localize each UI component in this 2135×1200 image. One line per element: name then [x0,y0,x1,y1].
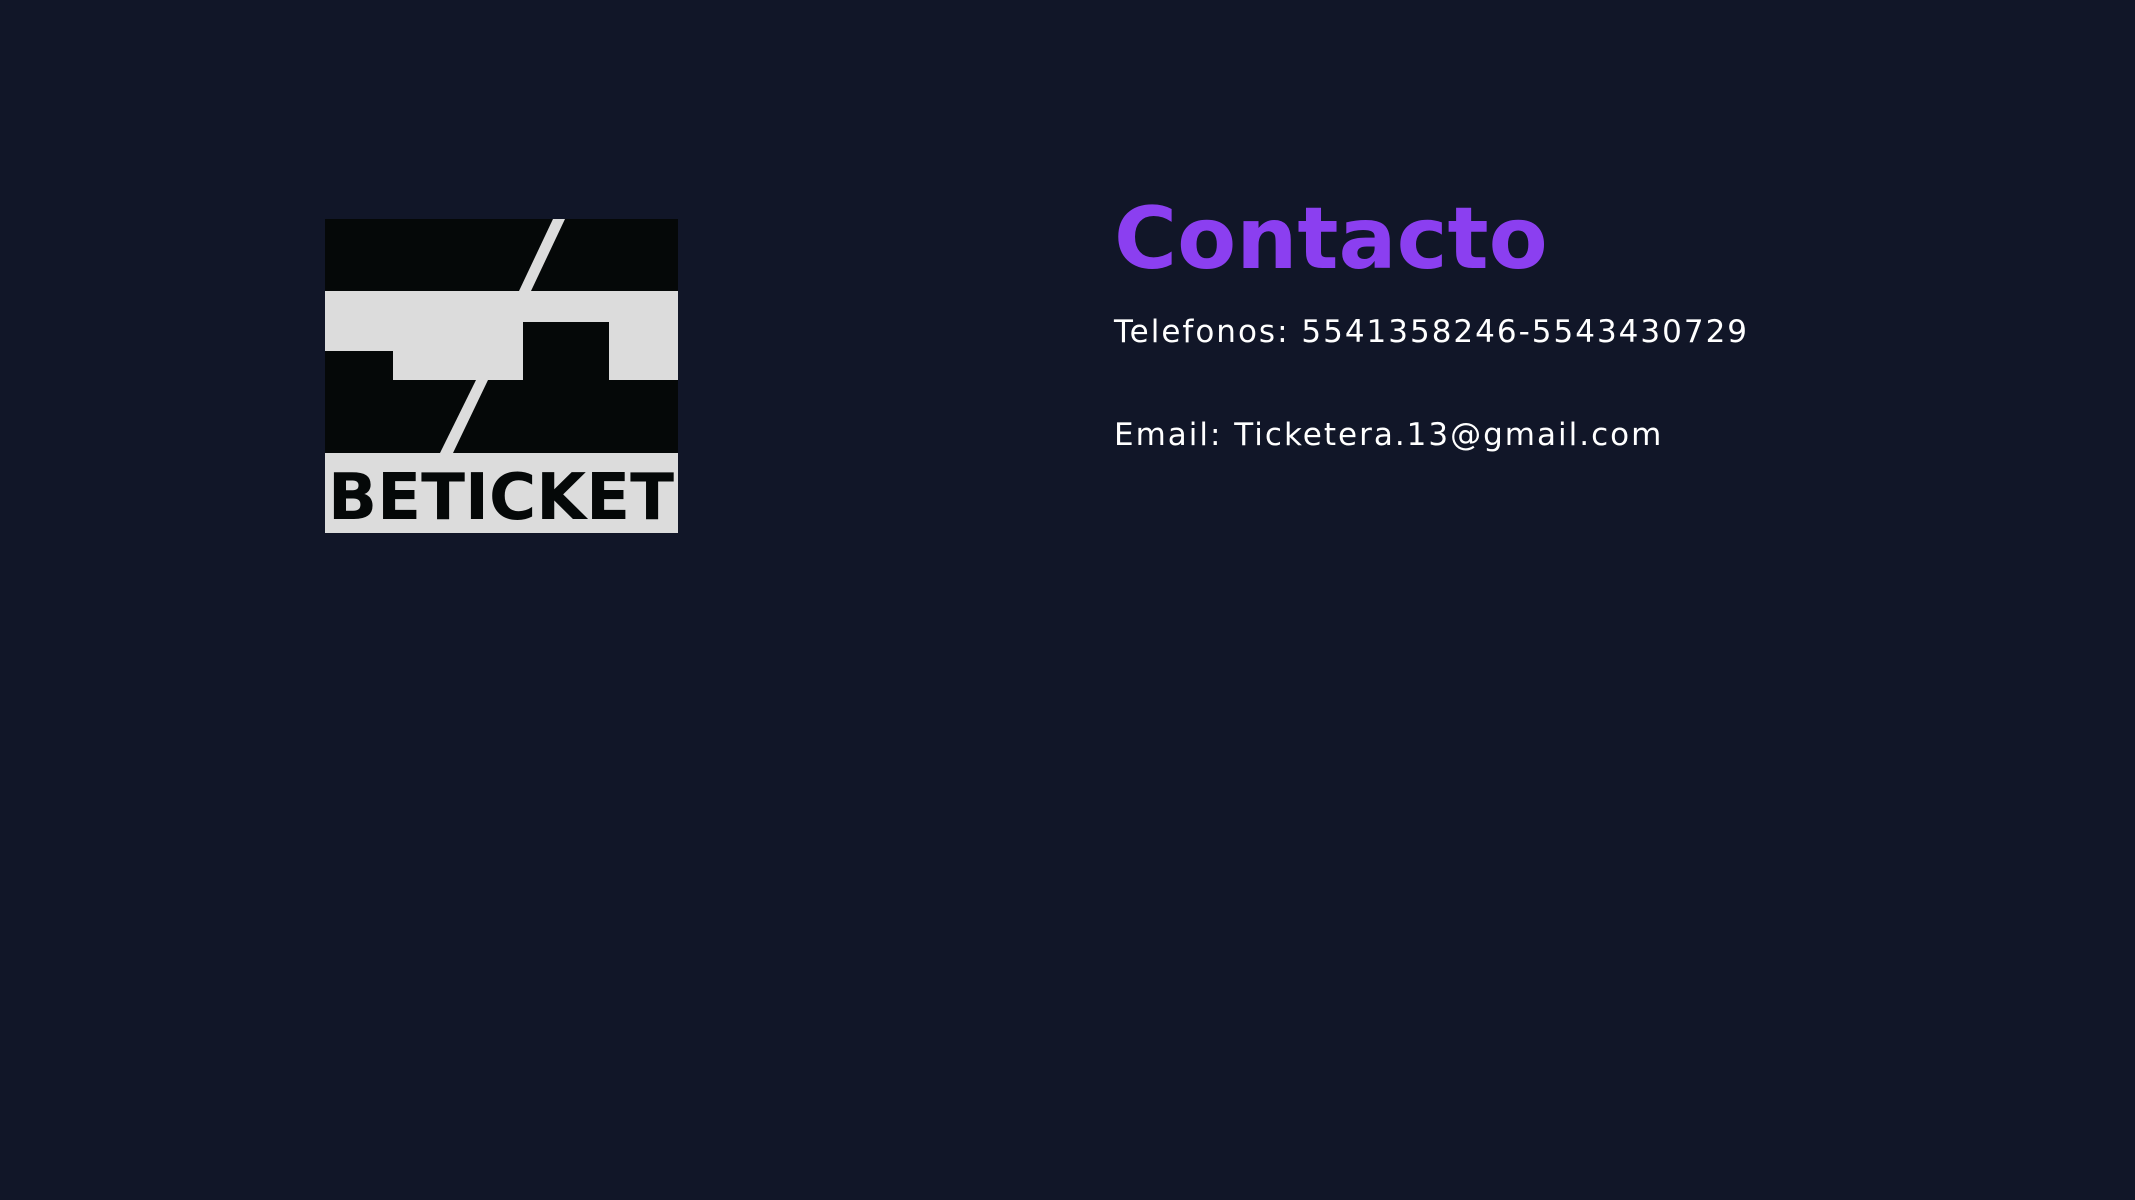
logo-graphic: BETICKET [325,219,678,533]
contact-title: Contacto [1114,189,1548,289]
email-address: Email: Ticketera.13@gmail.com [1114,417,1664,453]
beticket-logo: BETICKET [325,219,678,533]
contact-section: Contacto Telefonos: 5541358246-554343072… [1114,184,2014,455]
phone-numbers: Telefonos: 5541358246-5543430729 [1114,314,1750,350]
logo-wordmark: BETICKET [328,461,674,533]
